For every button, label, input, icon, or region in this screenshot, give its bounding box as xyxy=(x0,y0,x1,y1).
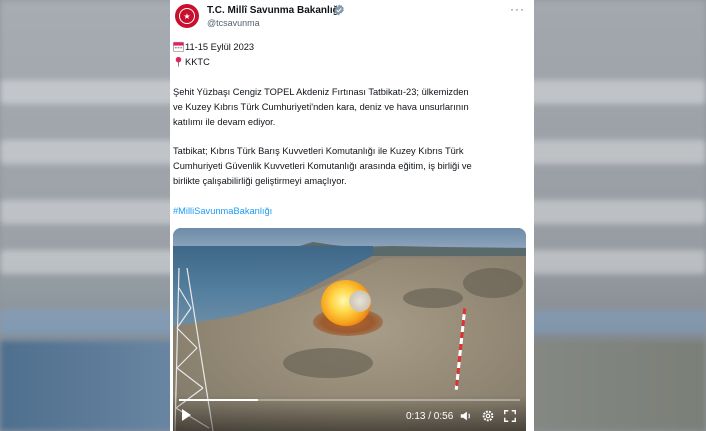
volume-icon[interactable] xyxy=(459,409,473,423)
video-smoke xyxy=(349,290,371,312)
calendar-icon xyxy=(173,41,184,52)
round-pushpin-icon xyxy=(175,56,182,67)
paragraph2-line: birlikte çalışabilirliği geliştirmeyi am… xyxy=(173,176,347,186)
video-scrubland xyxy=(463,268,523,298)
author-name[interactable]: T.C. Millî Savunma Bakanlığı xyxy=(207,5,341,16)
verified-badge-icon xyxy=(334,4,344,16)
video-scrubland xyxy=(403,288,463,308)
paragraph1-line: katılımı ile devam ediyor. xyxy=(173,117,276,127)
paragraph2-line: Cumhuriyeti Güvenlik Kuvvetleri Komutanl… xyxy=(173,161,472,171)
video-controls-bar: 0:13 / 0:56 xyxy=(173,395,526,431)
tweet-header: ★ T.C. Millî Savunma Bakanlığı @tcsavunm… xyxy=(170,0,534,34)
avatar[interactable]: ★ xyxy=(175,4,199,28)
location-line: KKTC xyxy=(173,56,210,68)
author-handle[interactable]: @tcsavunma xyxy=(207,18,260,28)
hashtag-link[interactable]: #MilliSavunmaBakanlığı xyxy=(173,205,272,217)
video-progress-fill xyxy=(179,399,259,401)
fullscreen-icon[interactable] xyxy=(503,409,517,423)
tweet-card: ★ T.C. Millî Savunma Bakanlığı @tcsavunm… xyxy=(170,0,534,431)
date-text: 11-15 Eylül 2023 xyxy=(185,42,255,52)
paragraph1-line: Şehit Yüzbaşı Cengiz TOPEL Akdeniz Fırtı… xyxy=(173,87,469,97)
play-icon[interactable] xyxy=(182,409,191,421)
date-line: 11-15 Eylül 2023 xyxy=(173,41,254,53)
more-options-icon[interactable]: ··· xyxy=(510,2,525,16)
video-player[interactable]: 0:13 / 0:56 xyxy=(173,228,526,431)
video-progress-bar[interactable] xyxy=(179,399,520,401)
ministry-emblem-icon: ★ xyxy=(179,8,195,24)
gear-icon[interactable] xyxy=(481,409,495,423)
location-text: KKTC xyxy=(185,57,210,67)
video-scrubland xyxy=(283,348,373,378)
video-time-display: 0:13 / 0:56 xyxy=(406,411,454,422)
paragraph1-line: ve Kuzey Kıbrıs Türk Cumhuriyeti'nden ka… xyxy=(173,102,469,112)
paragraph2-line: Tatbikat; Kıbrıs Türk Barış Kuvvetleri K… xyxy=(173,146,464,156)
